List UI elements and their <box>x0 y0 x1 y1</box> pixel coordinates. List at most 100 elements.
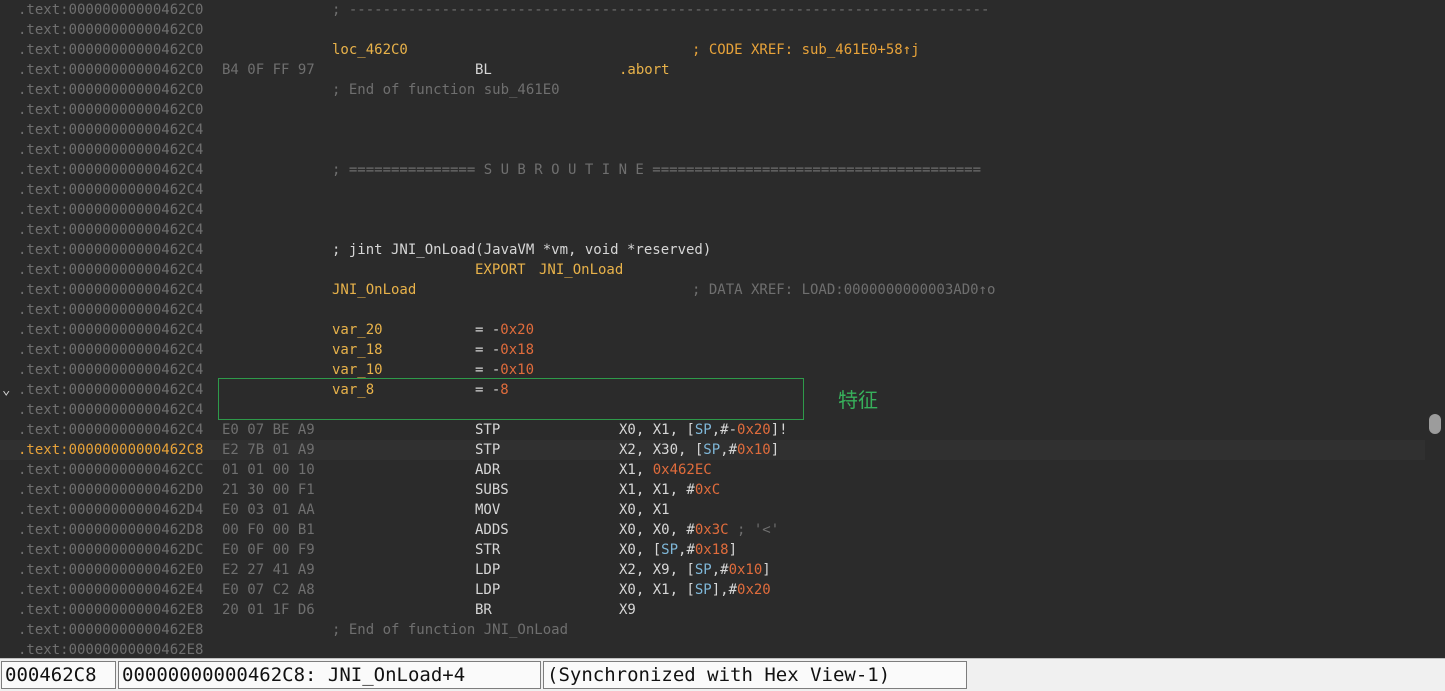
listing-line[interactable]: .text:00000000000462C0 <box>0 20 1425 40</box>
comment: ; End of function sub_461E0 <box>332 82 560 98</box>
operand-part: 0x20 <box>737 582 771 598</box>
listing-line[interactable]: .text:00000000000462C4 var_20 = -0x20 <box>0 320 1425 340</box>
operand-part: SP <box>694 422 712 438</box>
listing-line[interactable]: .text:00000000000462C4 <box>0 180 1425 200</box>
address: .text:00000000000462C4 <box>18 422 204 438</box>
mnemonic: ADR <box>475 462 501 478</box>
disassembly-view[interactable]: .text:00000000000462C0 ; ----------------… <box>0 0 1445 658</box>
operands: X2, X9, [SP,#0x10] <box>619 560 771 580</box>
comment: ; DATA XREF: LOAD:0000000000003AD0↑o <box>692 282 996 298</box>
listing-line[interactable]: .text:00000000000462C0 <box>0 100 1425 120</box>
address: .text:00000000000462C4 <box>18 382 204 398</box>
operand-part: SP <box>703 442 721 458</box>
status-sync: (Synchronized with Hex View-1) <box>543 661 967 689</box>
address: .text:00000000000462C4 <box>18 402 204 418</box>
status-offset: 000462C8 <box>1 661 116 689</box>
opcode-bytes: E0 03 01 AA <box>222 502 315 518</box>
scrollbar-thumb[interactable] <box>1429 414 1441 434</box>
listing-line[interactable]: .text:00000000000462C4 EXPORT JNI_OnLoad <box>0 260 1425 280</box>
address: .text:00000000000462C4 <box>18 182 204 198</box>
listing-line[interactable]: .text:00000000000462D4 E0 03 01 AA MOV X0, … <box>0 500 1425 520</box>
listing-line[interactable]: .text:00000000000462C0 B4 0F FF 97 BL .abor… <box>0 60 1425 80</box>
operand-part: X9 <box>619 602 636 618</box>
listing-line[interactable]: .text:00000000000462E8 20 01 1F D6 BR X9 <box>0 600 1425 620</box>
comment: ; End of function JNI_OnLoad <box>332 622 569 638</box>
vertical-scrollbar[interactable] <box>1425 0 1445 658</box>
listing-line[interactable]: .text:00000000000462C4 <box>0 220 1425 240</box>
address: .text:00000000000462C4 <box>18 322 204 338</box>
operand-part: 0xC <box>694 482 721 498</box>
listing-line[interactable]: .text:00000000000462C4 <box>0 300 1425 320</box>
mnemonic: STR <box>475 542 501 558</box>
opcode-bytes: E2 27 41 A9 <box>222 562 315 578</box>
address: .text:00000000000462C4 <box>18 202 204 218</box>
address: .text:00000000000462C0 <box>18 2 204 18</box>
status-location: 00000000000462C8: JNI_OnLoad+4 <box>118 661 541 689</box>
listing-line[interactable]: .text:00000000000462D0 21 30 00 F1 SUBS X1,… <box>0 480 1425 500</box>
operands: X1, X1, #0xC <box>619 480 720 500</box>
address: .text:00000000000462C4 <box>18 282 204 298</box>
mnemonic: = -0x18 <box>475 342 535 358</box>
listing-line[interactable]: .text:00000000000462C4 <box>0 140 1425 160</box>
opcode-bytes: E0 07 C2 A8 <box>222 582 315 598</box>
listing-line[interactable]: .text:00000000000462C0 ; End of function … <box>0 80 1425 100</box>
address: .text:00000000000462E8 <box>18 622 204 638</box>
opcode-bytes: E0 0F 00 F9 <box>222 542 315 558</box>
listing-line[interactable]: .text:00000000000462C0 ; ----------------… <box>0 0 1425 20</box>
operand-part: ; '<' <box>728 522 780 538</box>
listing-line[interactable]: .text:00000000000462C4 var_10 = -0x10 <box>0 360 1425 380</box>
label: var_20 <box>332 322 383 338</box>
listing-line[interactable]: .text:00000000000462C4 ; jint JNI_OnLoad(… <box>0 240 1425 260</box>
mnemonic: LDP <box>475 562 501 578</box>
operand-part: X2, X30, [ <box>619 442 704 458</box>
address: .text:00000000000462D8 <box>18 522 204 538</box>
listing-line[interactable]: .text:00000000000462C4 <box>0 200 1425 220</box>
operand-part: X0, X1, [ <box>619 582 695 598</box>
listing-line[interactable]: .text:00000000000462C4 E0 07 BE A9 STP X0, … <box>0 420 1425 440</box>
listing-line[interactable]: .text:00000000000462C4 <box>0 120 1425 140</box>
label: JNI_OnLoad <box>332 282 417 298</box>
address: .text:00000000000462E8 <box>18 642 204 658</box>
operands: X0, [SP,#0x18] <box>619 540 737 560</box>
mnemonic: BL <box>475 62 492 78</box>
listing-line[interactable]: .text:00000000000462C0 loc_462C0 ; CODE XR… <box>0 40 1425 60</box>
operand-part: SP <box>694 582 712 598</box>
opcode-bytes: 20 01 1F D6 <box>222 602 315 618</box>
address: .text:00000000000462C4 <box>18 362 204 378</box>
operand-part: ] <box>728 542 738 558</box>
label: var_10 <box>332 362 383 378</box>
mnemonic: MOV <box>475 502 501 518</box>
operand-part: .abort <box>619 62 670 78</box>
opcode-bytes: 21 30 00 F1 <box>222 482 315 498</box>
mnemonic: STP <box>475 422 501 438</box>
operand-part: ] <box>770 442 780 458</box>
operands: X2, X30, [SP,#0x10] <box>619 440 779 460</box>
listing-line[interactable]: .text:00000000000462C4 ; =============== … <box>0 160 1425 180</box>
operand-part: X0, X0, # <box>619 522 695 538</box>
operand-part: ],# <box>711 582 738 598</box>
listing-line[interactable]: .text:00000000000462DC E0 0F 00 F9 STR X0, … <box>0 540 1425 560</box>
address: .text:00000000000462E0 <box>18 562 204 578</box>
address: .text:00000000000462E4 <box>18 582 204 598</box>
mnemonic: STP <box>475 442 501 458</box>
opcode-bytes: 01 01 00 10 <box>222 462 315 478</box>
listing-line[interactable]: .text:00000000000462C4 JNI_OnLoad ; DATA X… <box>0 280 1425 300</box>
mnemonic: LDP <box>475 582 501 598</box>
listing-line[interactable]: .text:00000000000462C8 E2 7B 01 A9 STP X2, … <box>0 440 1425 460</box>
operands: X0, X1 <box>619 500 670 520</box>
address: .text:00000000000462C4 <box>18 222 204 238</box>
address: .text:00000000000462C4 <box>18 262 204 278</box>
comment: ; --------------------------------------… <box>332 2 990 18</box>
label: var_18 <box>332 342 383 358</box>
address: .text:00000000000462C4 <box>18 162 204 178</box>
listing-line[interactable]: .text:00000000000462CC 01 01 00 10 ADR X1, … <box>0 460 1425 480</box>
address: .text:00000000000462C0 <box>18 22 204 38</box>
listing-line[interactable]: .text:00000000000462C4 var_18 = -0x18 <box>0 340 1425 360</box>
address: .text:00000000000462C0 <box>18 42 204 58</box>
listing-line[interactable]: .text:00000000000462E0 E2 27 41 A9 LDP X2, … <box>0 560 1425 580</box>
listing-line[interactable]: .text:00000000000462D8 00 F0 00 B1 ADDS X0,… <box>0 520 1425 540</box>
listing-line[interactable]: .text:00000000000462E8 ; End of function … <box>0 620 1425 640</box>
listing-line[interactable]: .text:00000000000462E4 E0 07 C2 A8 LDP X0, … <box>0 580 1425 600</box>
chevron-down-icon[interactable]: ⌄ <box>2 382 10 398</box>
listing-line[interactable]: .text:00000000000462E8 <box>0 640 1425 658</box>
